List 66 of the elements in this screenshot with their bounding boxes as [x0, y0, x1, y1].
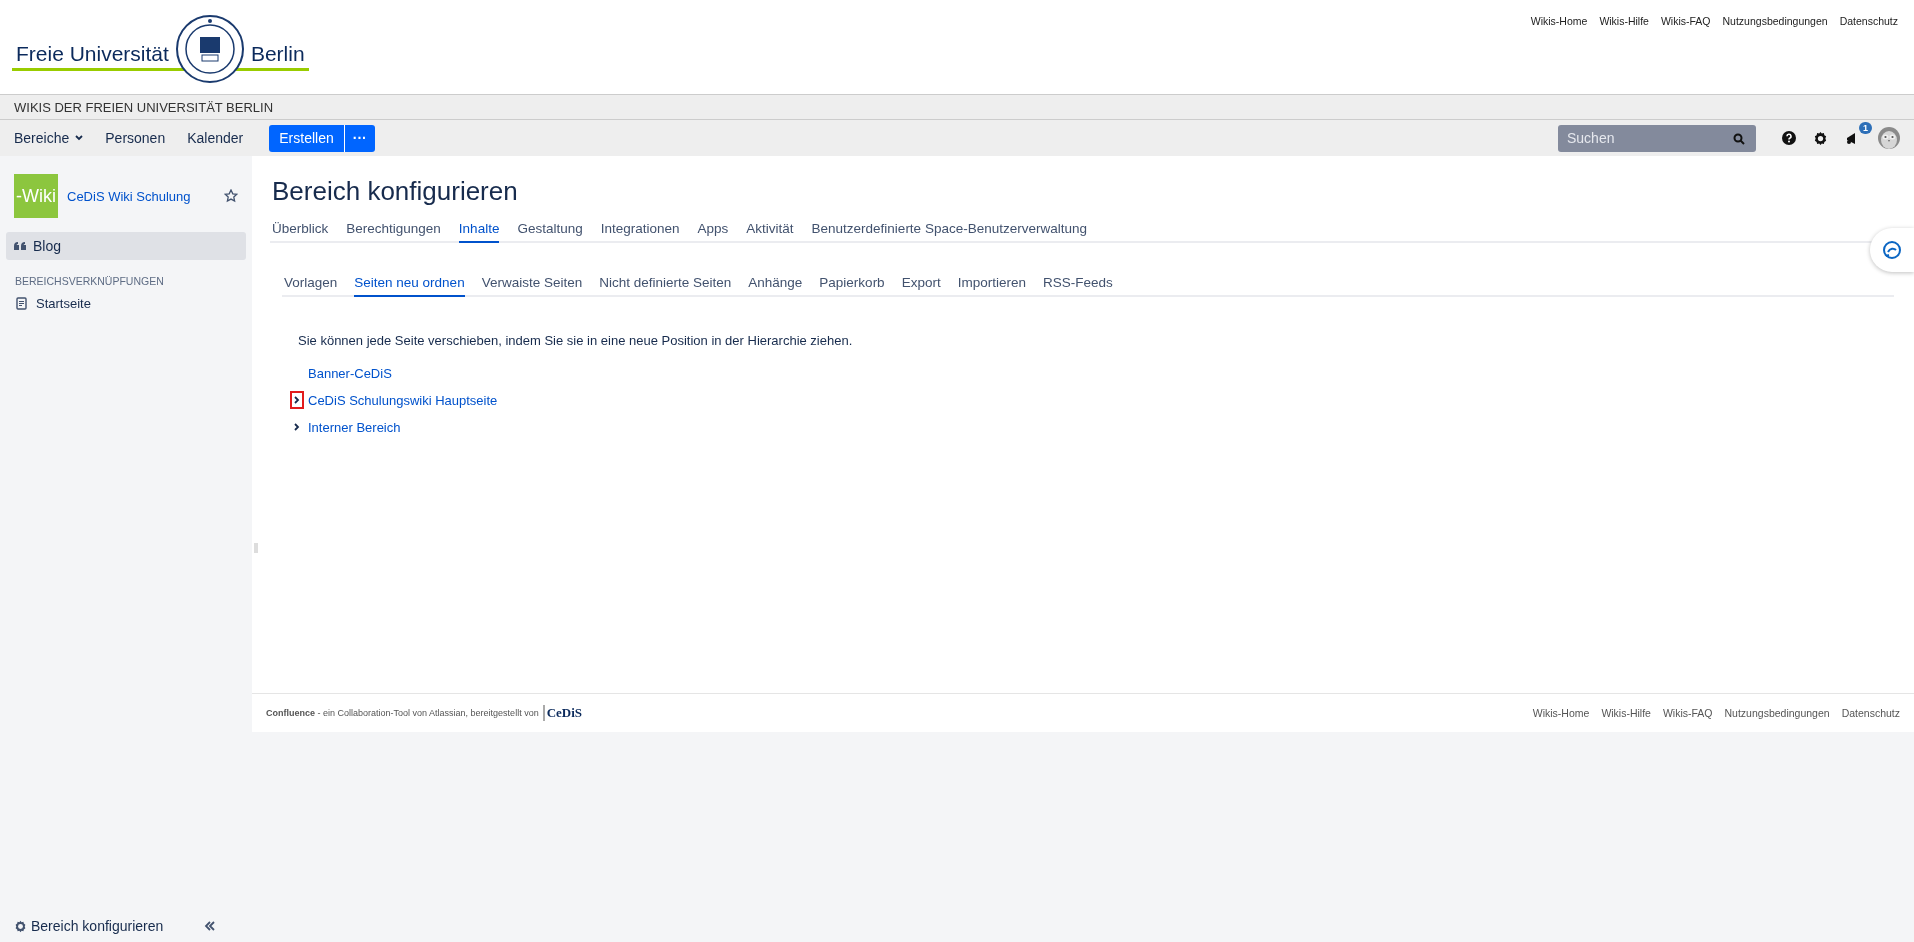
tab[interactable]: Anhänge: [748, 275, 803, 297]
footer-link[interactable]: Wikis-Hilfe: [1601, 707, 1651, 719]
chat-icon: [1882, 240, 1902, 260]
sidebar-item[interactable]: Blog: [6, 232, 246, 260]
tab[interactable]: Überblick: [272, 221, 329, 243]
instruction-text: Sie können jede Seite verschieben, indem Sie sie in eine neue Position in der Hierarchie ziehen.: [298, 333, 854, 348]
nav-menu-item[interactable]: Kalender: [187, 130, 244, 146]
settings-icon[interactable]: [1813, 130, 1828, 146]
tab[interactable]: Berechtigungen: [346, 221, 441, 243]
footer-link[interactable]: Nutzungsbedingungen: [1724, 707, 1830, 719]
caret-icon: [75, 135, 84, 141]
tab[interactable]: Apps: [697, 221, 729, 243]
more-button[interactable]: ···: [343, 124, 375, 152]
page-link[interactable]: Banner-CeDiS: [308, 365, 392, 381]
settings-icon: [14, 919, 27, 933]
tab[interactable]: Aktivität: [746, 221, 794, 243]
expand-toggle[interactable]: [290, 391, 304, 409]
nav-menu-item[interactable]: Bereiche: [14, 130, 84, 146]
search-icon[interactable]: [1733, 132, 1745, 145]
collapse-icon[interactable]: [204, 921, 216, 931]
tab[interactable]: Benutzerdefinierte Space-Benutzerverwaltung: [811, 221, 1087, 243]
header-link[interactable]: Nutzungsbedingungen: [1722, 15, 1828, 94]
tab[interactable]: RSS-Feeds: [1042, 275, 1113, 297]
header-link[interactable]: Wikis-Hilfe: [1599, 15, 1649, 94]
seal-icon: [174, 14, 245, 84]
tab[interactable]: Importieren: [957, 275, 1026, 297]
tab[interactable]: Verwaiste Seiten: [481, 275, 583, 297]
sidebar-link[interactable]: Startseite: [6, 292, 246, 315]
tab[interactable]: Papierkorb: [819, 275, 885, 297]
footer-link[interactable]: Wikis-FAQ: [1662, 707, 1713, 719]
header-link[interactable]: Wikis-FAQ: [1660, 15, 1711, 94]
tab[interactable]: Integrationen: [600, 221, 680, 243]
page-icon: [16, 297, 27, 310]
notification-badge: 1: [1859, 122, 1872, 134]
page-link[interactable]: CeDiS Schulungswiki Hauptseite: [308, 392, 498, 408]
footer-link[interactable]: Datenschutz: [1841, 707, 1900, 719]
site-title: WIKIS DER FREIEN UNIVERSITÄT BERLIN: [14, 99, 274, 115]
tab[interactable]: Gestaltung: [517, 221, 583, 243]
resize-handle-icon[interactable]: [254, 543, 258, 553]
chevron-icon: [294, 396, 300, 404]
chevron-icon: [294, 423, 300, 431]
footer-text: Confluence - ein Collaboration-Tool von Atlassian, bereitgestellt von: [266, 708, 539, 718]
search-field[interactable]: Suchen: [1558, 124, 1756, 152]
space-name-link[interactable]: CeDiS Wiki Schulung: [67, 188, 224, 204]
university-logo[interactable]: Freie Universität Berlin: [12, 12, 309, 86]
header-link[interactable]: Datenschutz: [1839, 15, 1898, 94]
footer-link[interactable]: Wikis-Home: [1532, 707, 1590, 719]
chat-button[interactable]: [1870, 228, 1914, 272]
tab[interactable]: Seiten neu ordnen: [354, 275, 465, 297]
tab[interactable]: Inhalte: [458, 221, 500, 243]
tab[interactable]: Export: [901, 275, 941, 297]
page-title: Bereich konfigurieren: [272, 176, 519, 207]
nav-menu-item[interactable]: Personen: [105, 130, 166, 146]
help-icon[interactable]: [1782, 131, 1796, 145]
section-heading: BEREICHSVERKNÜPFUNGEN: [15, 275, 165, 287]
tab[interactable]: Nicht definierte Seiten: [599, 275, 732, 297]
quote-icon: [14, 241, 26, 251]
tab[interactable]: Vorlagen: [284, 275, 338, 297]
cedis-logo[interactable]: CeDiS: [542, 705, 583, 721]
star-icon[interactable]: [224, 189, 238, 203]
logo-text: Freie Universität: [15, 42, 170, 66]
create-button[interactable]: Erstellen: [269, 124, 344, 152]
header-link[interactable]: Wikis-Home: [1530, 15, 1588, 94]
logo-text: Berlin: [249, 42, 306, 66]
space-settings-link[interactable]: Bereich konfigurieren: [14, 918, 164, 934]
page-link[interactable]: Interner Bereich: [308, 419, 401, 435]
